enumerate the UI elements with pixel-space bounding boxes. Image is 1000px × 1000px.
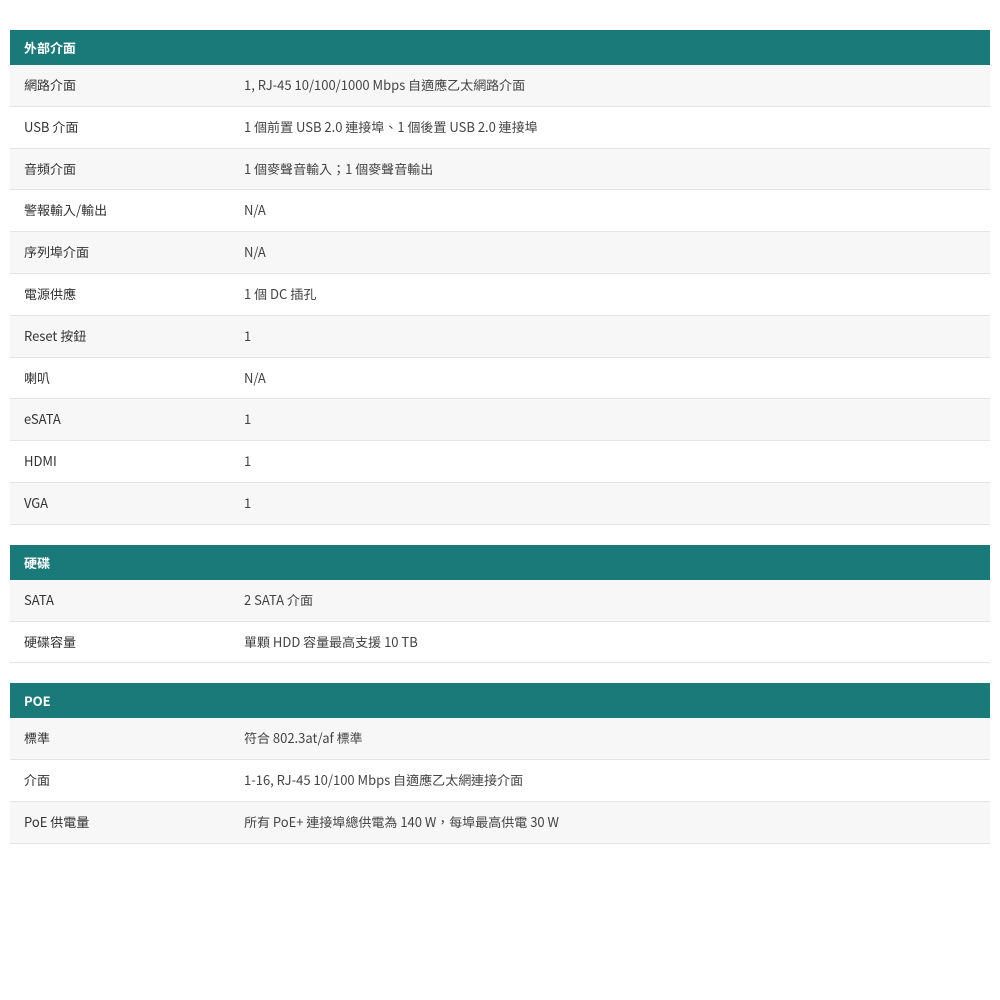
spec-label: 標準 [10, 718, 230, 759]
section-header-poe: POE [10, 683, 990, 718]
table-row: SATA2 SATA 介面 [10, 580, 990, 621]
spec-label: SATA [10, 580, 230, 621]
table-row: 介面1-16, RJ-45 10/100 Mbps 自適應乙太網連接介面 [10, 760, 990, 802]
spec-value: 所有 PoE+ 連接埠總供電為 140 W，每埠最高供電 30 W [230, 801, 990, 843]
spec-value: 1, RJ-45 10/100/1000 Mbps 自適應乙太網路介面 [230, 65, 990, 106]
section-external-interface: 外部介面網路介面1, RJ-45 10/100/1000 Mbps 自適應乙太網… [10, 30, 990, 525]
spec-value: 1 個 DC 插孔 [230, 273, 990, 315]
spec-label: 電源供應 [10, 273, 230, 315]
spec-label: 序列埠介面 [10, 232, 230, 274]
spec-value: 1-16, RJ-45 10/100 Mbps 自適應乙太網連接介面 [230, 760, 990, 802]
spec-label: PoE 供電量 [10, 801, 230, 843]
spec-label: 介面 [10, 760, 230, 802]
spec-label: HDMI [10, 441, 230, 483]
spec-value: 1 個麥聲音輸入；1 個麥聲音輸出 [230, 148, 990, 190]
spec-table-hard-drive: SATA2 SATA 介面硬碟容量單顆 HDD 容量最高支援 10 TB [10, 580, 990, 664]
spec-value: N/A [230, 232, 990, 274]
section-header-hard-drive: 硬碟 [10, 545, 990, 580]
table-row: 網路介面1, RJ-45 10/100/1000 Mbps 自適應乙太網路介面 [10, 65, 990, 106]
section-header-external-interface: 外部介面 [10, 30, 990, 65]
table-row: eSATA1 [10, 399, 990, 441]
spec-value: 單顆 HDD 容量最高支援 10 TB [230, 621, 990, 663]
table-row: 音頻介面1 個麥聲音輸入；1 個麥聲音輸出 [10, 148, 990, 190]
spec-label: 網路介面 [10, 65, 230, 106]
spec-value: 1 [230, 399, 990, 441]
table-row: 序列埠介面N/A [10, 232, 990, 274]
spec-value: 1 個前置 USB 2.0 連接埠、1 個後置 USB 2.0 連接埠 [230, 106, 990, 148]
spec-label: USB 介面 [10, 106, 230, 148]
spec-label: 硬碟容量 [10, 621, 230, 663]
spec-value: 1 [230, 315, 990, 357]
spec-value: N/A [230, 190, 990, 232]
table-row: USB 介面1 個前置 USB 2.0 連接埠、1 個後置 USB 2.0 連接… [10, 106, 990, 148]
table-row: 標準符合 802.3at/af 標準 [10, 718, 990, 759]
spec-label: eSATA [10, 399, 230, 441]
table-row: 喇叭N/A [10, 357, 990, 399]
spec-table-external-interface: 網路介面1, RJ-45 10/100/1000 Mbps 自適應乙太網路介面U… [10, 65, 990, 525]
spec-value: N/A [230, 357, 990, 399]
table-row: 硬碟容量單顆 HDD 容量最高支援 10 TB [10, 621, 990, 663]
table-row: HDMI1 [10, 441, 990, 483]
table-row: Reset 按鈕1 [10, 315, 990, 357]
table-row: 電源供應1 個 DC 插孔 [10, 273, 990, 315]
spec-value: 1 [230, 482, 990, 524]
table-row: 警報輸入/輸出N/A [10, 190, 990, 232]
spec-label: Reset 按鈕 [10, 315, 230, 357]
spec-value: 2 SATA 介面 [230, 580, 990, 621]
page-wrapper: 外部介面網路介面1, RJ-45 10/100/1000 Mbps 自適應乙太網… [0, 0, 1000, 894]
table-row: PoE 供電量所有 PoE+ 連接埠總供電為 140 W，每埠最高供電 30 W [10, 801, 990, 843]
spec-label: 音頻介面 [10, 148, 230, 190]
spec-value: 1 [230, 441, 990, 483]
section-hard-drive: 硬碟SATA2 SATA 介面硬碟容量單顆 HDD 容量最高支援 10 TB [10, 545, 990, 664]
spec-value: 符合 802.3at/af 標準 [230, 718, 990, 759]
table-row: VGA1 [10, 482, 990, 524]
section-poe: POE標準符合 802.3at/af 標準介面1-16, RJ-45 10/10… [10, 683, 990, 843]
spec-label: 警報輸入/輸出 [10, 190, 230, 232]
spec-label: 喇叭 [10, 357, 230, 399]
spec-label: VGA [10, 482, 230, 524]
spec-table-poe: 標準符合 802.3at/af 標準介面1-16, RJ-45 10/100 M… [10, 718, 990, 843]
